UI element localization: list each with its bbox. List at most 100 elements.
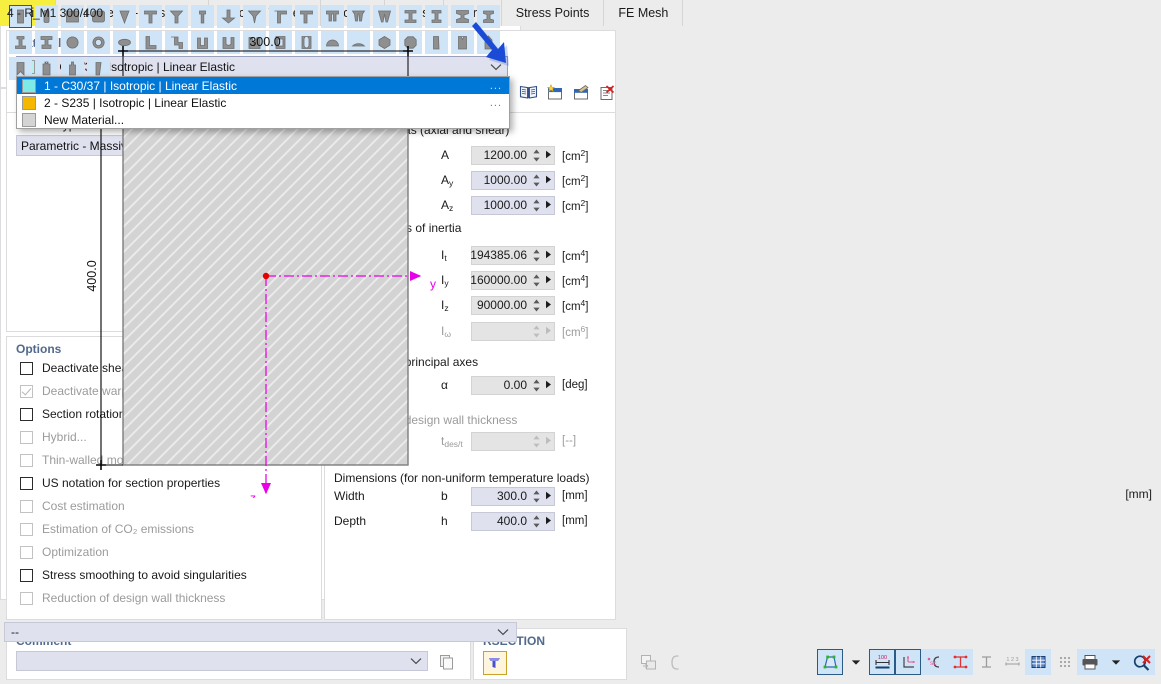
checkbox-icon — [20, 522, 33, 536]
property-unit: [cm2] — [562, 172, 589, 188]
expand-value-icon[interactable] — [545, 489, 552, 503]
chevron-down-icon[interactable] — [409, 654, 423, 668]
rsection-icon[interactable] — [483, 651, 507, 675]
dimension-width-label: 300.0 — [249, 35, 280, 49]
chevron-down-icon[interactable] — [496, 625, 510, 639]
option-label: Optimization — [42, 545, 109, 559]
property-label: Depth — [334, 514, 367, 528]
property-value: 400.0 — [496, 514, 527, 528]
spinner-icon[interactable] — [532, 148, 541, 163]
axis-z-label: z — [250, 491, 256, 498]
svg-text:1 2 3: 1 2 3 — [1006, 657, 1018, 663]
expand-value-icon[interactable] — [545, 273, 552, 287]
property-value-input[interactable]: 400.0 — [471, 511, 555, 531]
property-unit: [cm6] — [562, 323, 589, 339]
fe-mesh-icon[interactable] — [1025, 649, 1051, 675]
material-option[interactable]: 2 - S235 | Isotropic | Linear Elastic... — [17, 94, 509, 111]
property-unit: [deg] — [562, 379, 588, 391]
stress-points-icon[interactable] — [947, 649, 973, 675]
comment-input[interactable] — [16, 651, 428, 671]
material-option-swatch — [22, 95, 36, 110]
spinner-icon[interactable] — [532, 273, 541, 288]
expand-value-icon[interactable] — [545, 378, 552, 392]
expand-value-icon[interactable] — [545, 198, 552, 212]
property-row: Depth h 400.0 [mm] — [334, 511, 606, 531]
section-outline-icon[interactable] — [662, 649, 688, 675]
option-checkbox-row: Optimization — [20, 544, 109, 560]
option-checkbox-row: Reduction of design wall thickness — [20, 590, 225, 606]
checkbox-icon — [20, 499, 33, 513]
material-option[interactable]: New Material... — [17, 111, 509, 128]
show-axes-icon[interactable] — [895, 649, 921, 675]
svg-text:sc: sc — [930, 660, 937, 667]
property-unit: [mm] — [562, 515, 588, 527]
checkbox-icon — [20, 545, 33, 559]
expand-value-icon[interactable] — [545, 148, 552, 162]
expand-value-icon[interactable] — [545, 248, 552, 262]
delete-material-icon[interactable] — [595, 81, 617, 103]
reset-view-icon[interactable] — [1129, 649, 1155, 675]
parts-icon[interactable] — [973, 649, 999, 675]
property-unit: [cm2] — [562, 147, 589, 163]
show-dimensions-icon[interactable]: 100 — [869, 649, 895, 675]
option-label: Estimation of CO₂ emissions — [42, 522, 195, 536]
print-dropdown-icon[interactable] — [1103, 649, 1129, 675]
expand-value-icon[interactable] — [545, 514, 552, 528]
material-option-menu-icon[interactable]: ... — [490, 80, 502, 92]
material-option-label: New Material... — [44, 112, 125, 127]
spinner-icon[interactable] — [532, 198, 541, 213]
render-mode-dropdown-icon[interactable] — [843, 649, 869, 675]
property-unit: [cm2] — [562, 197, 589, 213]
material-library-icon[interactable] — [517, 81, 539, 103]
spinner-icon — [532, 324, 541, 339]
dimension-height-label: 400.0 — [85, 260, 99, 291]
material-option-label: 1 - C30/37 | Isotropic | Linear Elastic — [44, 78, 237, 93]
option-label: Reduction of design wall thickness — [42, 591, 226, 605]
option-checkbox-row[interactable]: Stress smoothing to avoid singularities — [20, 567, 247, 583]
numbering-icon[interactable]: 1 2 3 — [999, 649, 1025, 675]
mesh-nodes-icon[interactable] — [1051, 649, 1077, 675]
expand-value-icon[interactable] — [545, 173, 552, 187]
spinner-icon[interactable] — [532, 298, 541, 313]
spinner-icon — [532, 434, 541, 449]
print-icon[interactable] — [1077, 649, 1103, 675]
export-section-icon[interactable] — [636, 649, 662, 675]
property-symbol: h — [441, 514, 448, 528]
property-unit: [cm4] — [562, 272, 589, 288]
property-unit: [mm] — [562, 490, 588, 502]
checkbox-icon[interactable] — [20, 568, 33, 582]
material-dropdown-list[interactable]: 1 - C30/37 | Isotropic | Linear Elastic.… — [16, 76, 510, 129]
spinner-icon[interactable] — [532, 514, 541, 529]
material-option-menu-icon[interactable]: ... — [490, 97, 502, 109]
view-combo-value: -- — [11, 625, 19, 639]
spinner-icon[interactable] — [532, 173, 541, 188]
material-option-label: 2 - S235 | Isotropic | Linear Elastic — [44, 95, 227, 110]
spinner-icon[interactable] — [532, 489, 541, 504]
property-unit: [cm4] — [562, 247, 589, 263]
shear-center-icon[interactable]: sc — [921, 649, 947, 675]
option-checkbox-row: Estimation of CO₂ emissions — [20, 521, 194, 537]
property-unit: [cm4] — [562, 297, 589, 313]
material-option[interactable]: 1 - C30/37 | Isotropic | Linear Elastic.… — [17, 77, 509, 94]
rsection-main-window: MainParametric - Massive ISection Values… — [0, 0, 1161, 684]
material-toolbar — [517, 81, 617, 103]
edit-material-icon[interactable] — [569, 81, 591, 103]
view-selection-combo[interactable]: -- — [4, 622, 517, 642]
material-option-swatch — [22, 112, 36, 127]
spinner-icon[interactable] — [532, 248, 541, 263]
expand-value-icon[interactable] — [545, 298, 552, 312]
material-option-swatch — [22, 78, 36, 93]
expand-value-icon — [545, 324, 552, 338]
option-checkbox-row: Cost estimation — [20, 498, 125, 514]
render-mode-icon[interactable] — [817, 649, 843, 675]
option-label: Stress smoothing to avoid singularities — [42, 568, 247, 582]
option-label: Cost estimation — [42, 499, 125, 513]
svg-text:100: 100 — [877, 655, 886, 661]
expand-value-icon — [545, 434, 552, 448]
copy-icon[interactable] — [435, 650, 457, 672]
new-material-icon[interactable] — [543, 81, 565, 103]
view-bottom-toolbar: 100 sc 1 2 3 — [636, 646, 1155, 678]
spinner-icon[interactable] — [532, 378, 541, 393]
tab-fe-mesh[interactable]: FE Mesh — [604, 0, 684, 26]
axis-y-label: y — [430, 277, 436, 291]
